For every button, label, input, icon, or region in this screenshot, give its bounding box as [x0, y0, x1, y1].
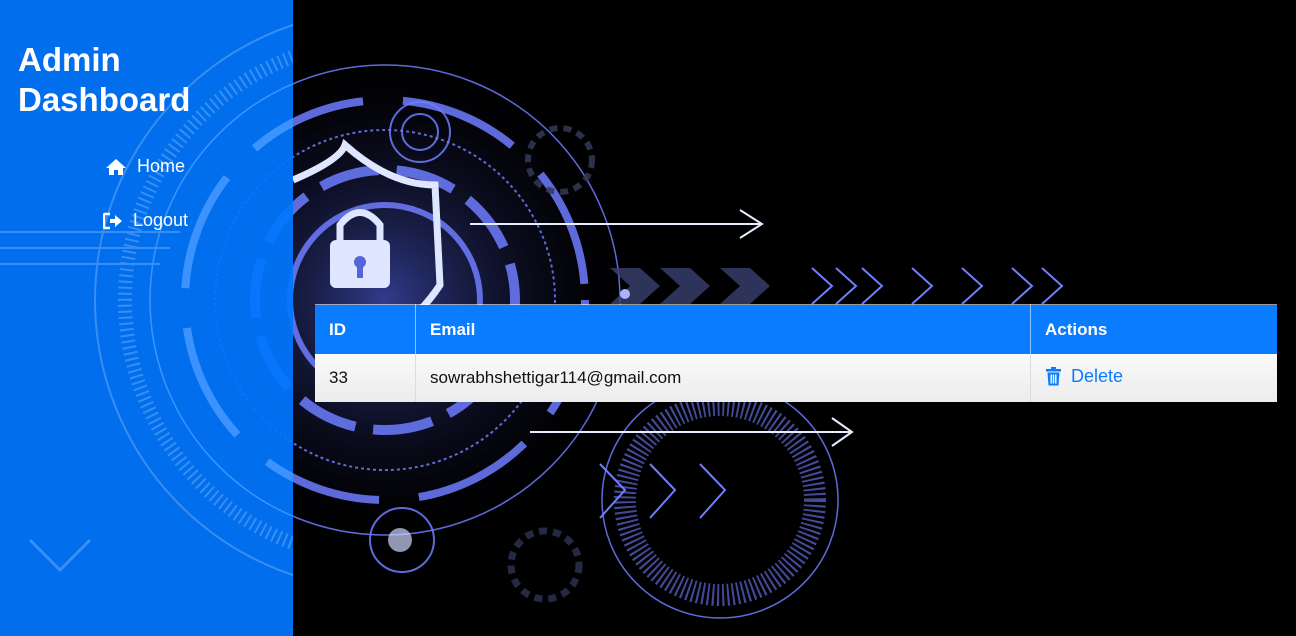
table-header-row: ID Email Actions	[315, 304, 1277, 354]
sidebar-item-logout[interactable]: Logout	[103, 210, 188, 231]
sidebar: Admin Dashboard Home Logout	[0, 0, 293, 636]
sidebar-item-label: Home	[137, 156, 186, 176]
cell-id: 33	[315, 354, 416, 402]
home-icon	[106, 158, 126, 175]
app-root: Admin Dashboard Home Logout ID Email Act…	[0, 0, 1296, 636]
cell-actions: Delete	[1030, 354, 1277, 402]
delete-button-label: Delete	[1071, 365, 1124, 386]
delete-button[interactable]: Delete	[1045, 366, 1123, 387]
users-table: ID Email Actions 33 sowrabhshettigar114@…	[315, 304, 1277, 402]
sidebar-item-label: Logout	[133, 210, 189, 230]
users-table-container: ID Email Actions 33 sowrabhshettigar114@…	[315, 304, 1277, 402]
table-row: 33 sowrabhshettigar114@gmail.com Delete	[315, 354, 1277, 402]
column-header-email: Email	[415, 304, 1031, 354]
sidebar-item-home[interactable]: Home	[105, 156, 185, 177]
sidebar-title: Admin Dashboard	[18, 41, 191, 118]
trash-icon	[1046, 366, 1061, 385]
logout-icon	[103, 212, 122, 229]
column-header-id: ID	[315, 304, 416, 354]
cell-email: sowrabhshettigar114@gmail.com	[415, 354, 1031, 402]
column-header-actions: Actions	[1030, 304, 1277, 354]
